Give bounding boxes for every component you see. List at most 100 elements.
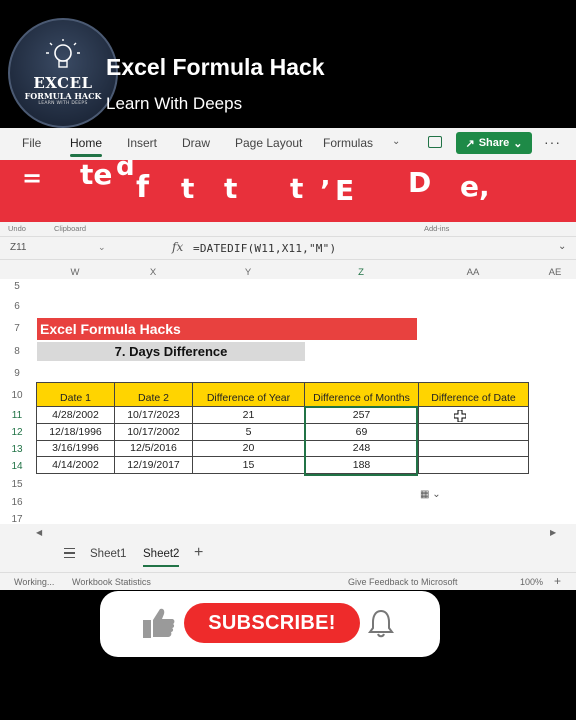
tab-draw[interactable]: Draw	[182, 136, 210, 150]
group-label-undo: Undo	[8, 224, 26, 233]
paste-options-icon[interactable]: ▦ ⌄	[420, 489, 441, 500]
worksheet-grid[interactable]: 5 6 7 8 9 10 11 12 13 14 15 16 17 Excel …	[0, 279, 576, 525]
row-number[interactable]: 13	[0, 444, 34, 455]
table-cell[interactable]: 248	[304, 439, 419, 458]
tab-page-layout[interactable]: Page Layout	[235, 136, 302, 150]
lightbulb-icon	[46, 39, 80, 68]
table-header-row: Date 1 Date 2 Difference of Year Differe…	[36, 382, 529, 407]
table-header-cell[interactable]: Date 2	[114, 382, 193, 407]
channel-subtitle: Learn With Deeps	[106, 94, 243, 113]
logo-text-formula-hack: FORMULA HACK	[24, 91, 102, 101]
table-cell[interactable]: 20	[192, 439, 305, 458]
banner-glyph: t	[224, 172, 238, 205]
all-sheets-menu-icon[interactable]	[64, 548, 75, 558]
row-number[interactable]: 10	[0, 390, 34, 401]
table-cell[interactable]: 15	[192, 456, 305, 475]
row-number[interactable]: 7	[0, 323, 34, 334]
row-number[interactable]: 9	[0, 368, 34, 379]
table-row: 3/16/1996 12/5/2016 20 248	[36, 439, 529, 458]
table-cell[interactable]: 12/18/1996	[36, 422, 115, 441]
row-number[interactable]: 11	[0, 410, 34, 421]
table-cell[interactable]: 257	[304, 406, 419, 424]
table-row: 4/14/2002 12/19/2017 15 188	[36, 456, 529, 475]
scroll-left-icon[interactable]: ◀	[36, 528, 42, 537]
row-number[interactable]: 16	[0, 497, 34, 508]
table-cell[interactable]: 4/28/2002	[36, 406, 115, 424]
comment-icon[interactable]	[428, 136, 442, 148]
column-header[interactable]: W	[36, 267, 114, 278]
channel-title[interactable]: Excel Formula Hack	[106, 54, 325, 81]
formula-input[interactable]: =DATEDIF(W11,X11,"M")	[193, 242, 336, 255]
zoom-level[interactable]: 100%	[520, 577, 543, 587]
tab-home[interactable]: Home	[70, 136, 103, 157]
scroll-right-icon[interactable]: ▶	[550, 528, 556, 537]
table-cell[interactable]: 188	[304, 456, 419, 475]
table-cell[interactable]: 10/17/2002	[114, 422, 193, 441]
give-feedback-link[interactable]: Give Feedback to Microsoft	[348, 577, 458, 587]
sheet-tab-sheet2[interactable]: Sheet2	[143, 548, 180, 567]
row-number[interactable]: 8	[0, 346, 34, 357]
ribbon-overlay-banner: = te d f t t t ’ E D e,	[0, 160, 576, 222]
row-number[interactable]: 17	[0, 514, 34, 525]
ribbon-tabs: File Home Insert Draw Page Layout Formul…	[0, 128, 576, 158]
share-label: Share	[478, 137, 510, 149]
table-cell[interactable]: 69	[304, 422, 419, 441]
more-options-icon[interactable]: ···	[544, 134, 561, 150]
table-cell[interactable]: 12/5/2016	[114, 439, 193, 458]
sheet-tab-sheet1[interactable]: Sheet1	[90, 548, 126, 560]
subscribe-button[interactable]: SUBSCRIBE!	[184, 603, 360, 643]
table-header-cell[interactable]: Difference of Year	[192, 382, 305, 407]
group-label-add-ins: Add-ins	[424, 224, 450, 233]
column-header[interactable]: Y	[192, 267, 304, 278]
table-header-cell[interactable]: Difference of Date	[418, 382, 529, 407]
logo-text-tagline: LEARN WITH DEEPS	[38, 101, 88, 106]
tab-formulas[interactable]: Formulas	[323, 136, 373, 150]
row-number[interactable]: 15	[0, 479, 34, 490]
table-cell[interactable]: 21	[192, 406, 305, 424]
horizontal-scrollbar[interactable]: ◀ ▶	[0, 526, 576, 540]
table-cell[interactable]	[418, 439, 529, 458]
table-cell[interactable]: 10/17/2023	[114, 406, 193, 424]
row-number[interactable]: 5	[0, 281, 34, 292]
column-header[interactable]: AE	[540, 267, 570, 278]
excel-window: File Home Insert Draw Page Layout Formul…	[0, 128, 576, 590]
table-cell[interactable]	[418, 422, 529, 441]
table-header-cell[interactable]: Date 1	[36, 382, 115, 407]
thumbs-up-icon[interactable]	[140, 605, 176, 641]
share-button[interactable]: ↗ Share ⌄	[456, 132, 532, 154]
bell-icon[interactable]	[366, 608, 396, 638]
sheet-subtitle-cell[interactable]: 7. Days Difference	[37, 342, 305, 361]
table-cell[interactable]	[418, 456, 529, 475]
channel-logo[interactable]: EXCEL FORMULA HACK LEARN WITH DEEPS	[8, 18, 118, 128]
table-cell[interactable]: 12/19/2017	[114, 456, 193, 475]
status-bar: Working... Workbook Statistics Give Feed…	[0, 572, 576, 590]
tab-file[interactable]: File	[22, 136, 41, 150]
row-number[interactable]: 14	[0, 461, 34, 472]
sheet-tabs-bar: Sheet1 Sheet2 +	[0, 542, 576, 568]
add-sheet-icon[interactable]: +	[194, 544, 203, 562]
column-header[interactable]: AA	[418, 267, 528, 278]
column-header[interactable]: X	[114, 267, 192, 278]
table-cell[interactable]	[418, 406, 529, 424]
banner-glyph: f	[136, 170, 150, 205]
fx-icon[interactable]: fx	[172, 240, 183, 254]
logo-text-excel: EXCEL	[33, 74, 93, 92]
table-cell[interactable]: 3/16/1996	[36, 439, 115, 458]
banner-glyph: t	[181, 172, 195, 205]
workbook-statistics-link[interactable]: Workbook Statistics	[72, 577, 151, 587]
row-number[interactable]: 12	[0, 427, 34, 438]
ribbon-more-tabs-chevron-icon[interactable]: ⌄	[392, 136, 400, 147]
zoom-in-icon[interactable]: +	[554, 574, 561, 588]
expand-formula-bar-icon[interactable]: ⌄	[558, 241, 566, 252]
tab-insert[interactable]: Insert	[127, 136, 157, 150]
table-cell[interactable]: 5	[192, 422, 305, 441]
table-header-cell[interactable]: Difference of Months	[304, 382, 419, 407]
name-box-chevron-icon[interactable]: ⌄	[98, 242, 106, 253]
name-box[interactable]: Z11	[10, 242, 27, 253]
sheet-title-cell[interactable]: Excel Formula Hacks	[37, 318, 417, 340]
banner-glyph: t	[290, 172, 304, 205]
column-header[interactable]: Z	[304, 267, 418, 278]
banner-glyph: ’	[320, 174, 331, 207]
table-cell[interactable]: 4/14/2002	[36, 456, 115, 475]
row-number[interactable]: 6	[0, 301, 34, 312]
